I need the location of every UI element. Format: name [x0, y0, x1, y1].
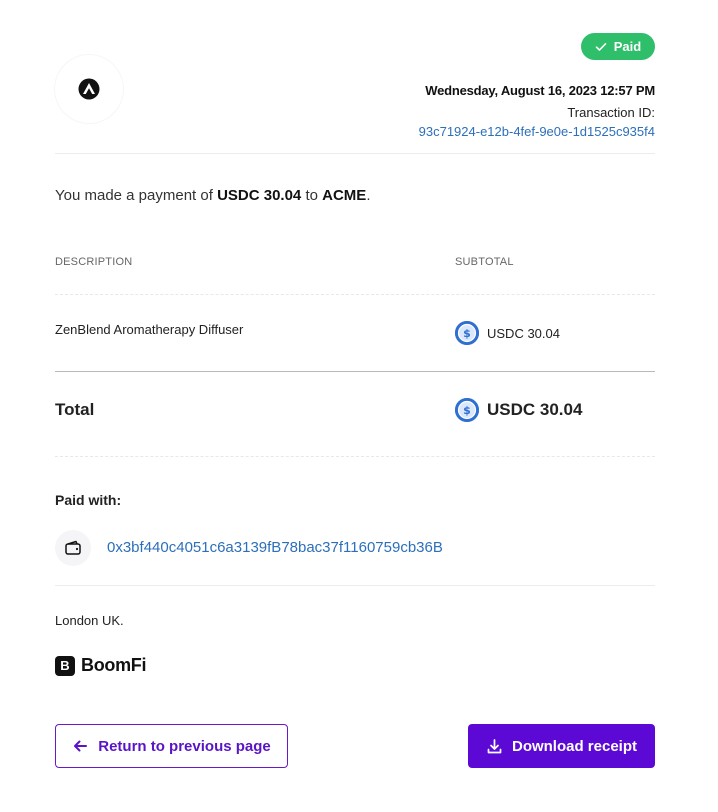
column-header-description: DESCRIPTION [55, 256, 133, 268]
download-receipt-button[interactable]: Download receipt [468, 724, 655, 768]
transaction-id-label: Transaction ID: [567, 105, 655, 120]
divider [55, 456, 655, 457]
download-button-label: Download receipt [511, 737, 638, 755]
transaction-info: Wednesday, August 16, 2023 12:57 PM Tran… [419, 83, 656, 139]
wallet-icon [55, 530, 91, 566]
payment-summary: You made a payment of USDC 30.04 to ACME… [55, 187, 370, 204]
download-icon [487, 738, 502, 753]
status-badge-label: Paid [613, 39, 642, 54]
summary-prefix: You made a payment of [55, 187, 218, 204]
item-subtotal: USDC 30.04 [487, 326, 560, 341]
check-icon [595, 42, 607, 51]
usdc-icon: $ [455, 398, 479, 422]
return-button-label: Return to previous page [98, 737, 271, 755]
transaction-date: Wednesday, August 16, 2023 12:57 PM [425, 83, 655, 98]
arrow-left-icon [74, 740, 88, 752]
divider [55, 585, 655, 586]
svg-text:$: $ [463, 404, 471, 417]
usdc-icon: $ [455, 321, 479, 345]
brand-logo: B BoomFi [55, 655, 147, 676]
merchant-location: London UK. [55, 613, 124, 628]
paid-with-label: Paid with: [55, 492, 122, 508]
summary-middle: to [301, 187, 323, 204]
item-description: ZenBlend Aromatherapy Diffuser [55, 322, 244, 337]
summary-suffix: . [366, 187, 371, 204]
divider [55, 294, 655, 295]
merchant-logo-icon [78, 78, 100, 100]
total-amount: USDC 30.04 [487, 400, 583, 419]
summary-merchant: ACME [322, 187, 367, 204]
transaction-id-link[interactable]: 93c71924-e12b-4fef-9e0e-1d1525c935f4 [419, 124, 655, 139]
brand-mark-icon: B [55, 655, 75, 676]
status-badge: Paid [581, 33, 655, 60]
wallet-address-link[interactable]: 0x3bf440c4051c6a3139fB78bac37f1160759cb3… [107, 539, 443, 556]
column-header-subtotal: SUBTOTAL [455, 256, 514, 268]
divider [55, 371, 655, 372]
summary-amount: USDC 30.04 [217, 187, 302, 204]
divider [55, 153, 655, 154]
total-label: Total [55, 400, 95, 419]
brand-name: BoomFi [81, 655, 147, 675]
merchant-logo [55, 55, 123, 123]
return-button[interactable]: Return to previous page [55, 724, 288, 768]
svg-text:$: $ [463, 327, 471, 340]
